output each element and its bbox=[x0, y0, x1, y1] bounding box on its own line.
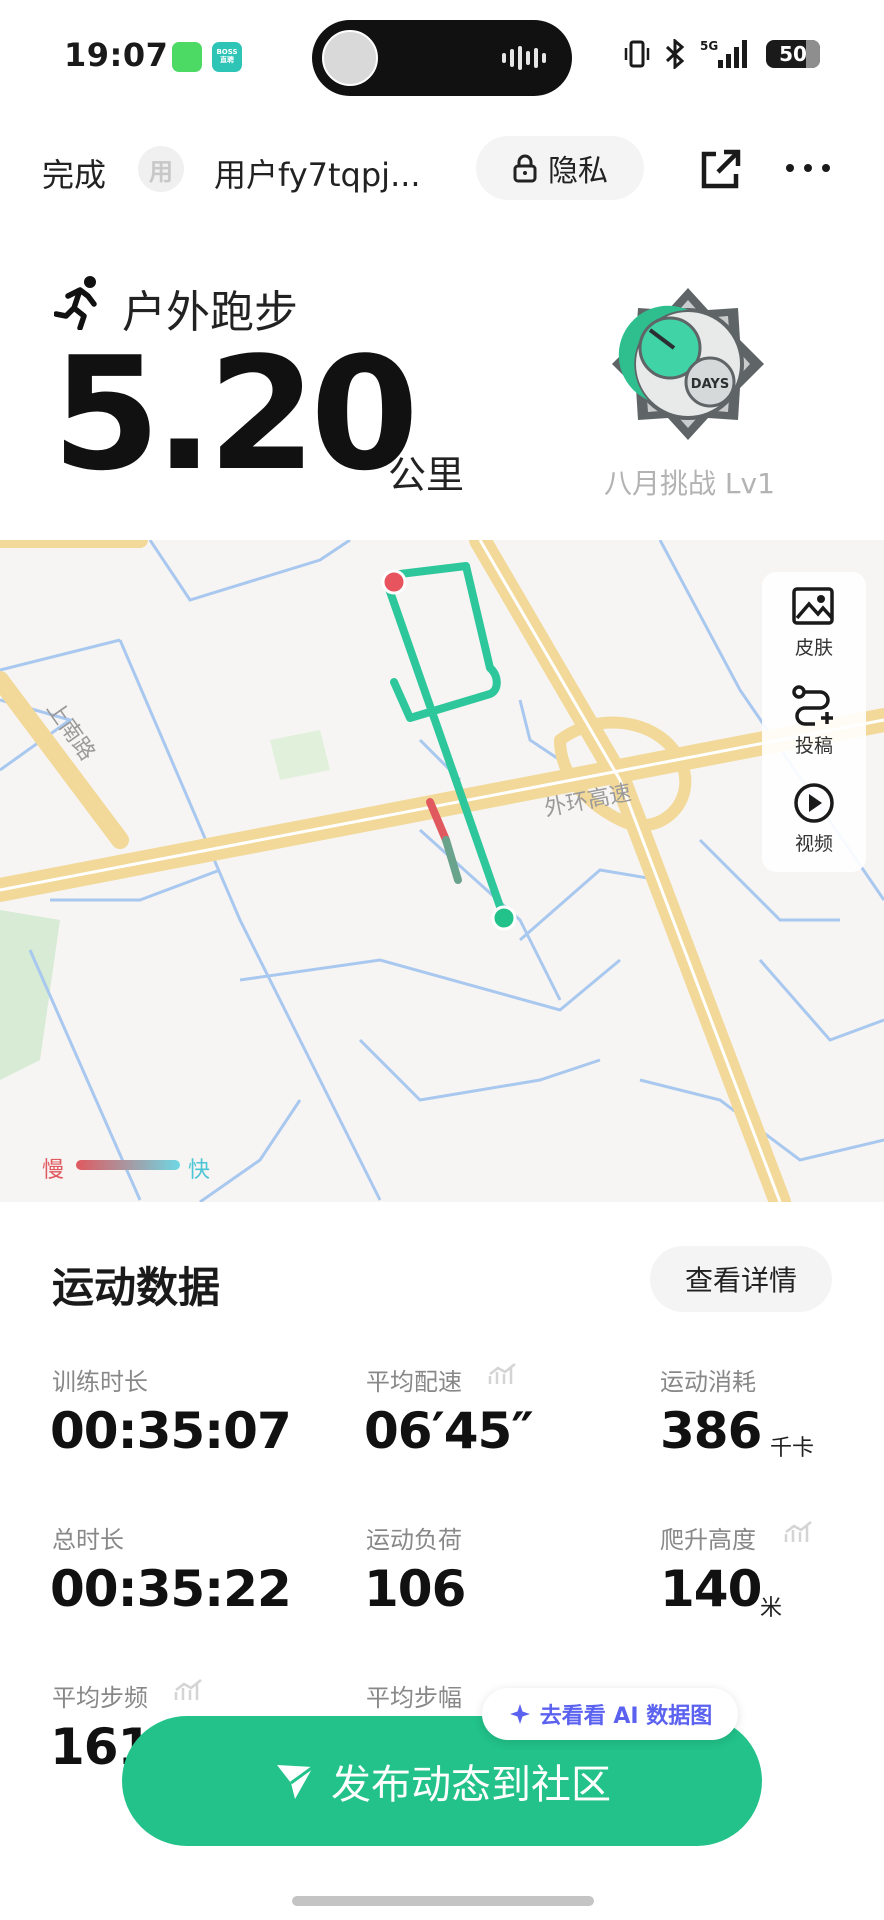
metric-label: 平均配速 bbox=[366, 1368, 462, 1396]
metric-value: 140 bbox=[660, 1560, 762, 1618]
badge-label: 八月挑战 Lv1 bbox=[604, 467, 775, 500]
boss-app-icon: BOSS 直聘 bbox=[212, 42, 242, 72]
message-app-icon bbox=[172, 42, 202, 72]
publish-label: 发布动态到社区 bbox=[331, 1762, 611, 1808]
tool-video[interactable]: 视频 bbox=[762, 782, 866, 856]
metric-label: 运动负荷 bbox=[366, 1526, 462, 1554]
trend-chart-icon[interactable] bbox=[784, 1520, 814, 1544]
metric-value: 06′45″ bbox=[364, 1402, 534, 1460]
bluetooth-icon bbox=[665, 39, 685, 69]
image-icon bbox=[792, 587, 834, 625]
route-start-marker bbox=[491, 905, 517, 931]
status-time: 19:07 bbox=[64, 36, 169, 74]
metric-value: 106 bbox=[364, 1560, 466, 1618]
metric-label: 平均步幅 bbox=[366, 1684, 462, 1712]
route-map[interactable]: 上南路 外环高速 bbox=[0, 540, 884, 1202]
metric-value: 386 bbox=[660, 1402, 762, 1460]
done-button[interactable]: 完成 bbox=[42, 150, 106, 196]
more-icon[interactable] bbox=[786, 164, 830, 172]
lock-icon bbox=[513, 154, 537, 183]
view-details-button[interactable]: 查看详情 bbox=[650, 1246, 832, 1312]
running-icon bbox=[54, 276, 97, 330]
battery-level: 50 bbox=[779, 42, 807, 66]
distance-value: 5.20 bbox=[52, 323, 419, 505]
share-icon[interactable] bbox=[696, 146, 744, 194]
tool-skin[interactable]: 皮肤 bbox=[762, 586, 866, 660]
home-indicator[interactable] bbox=[292, 1896, 594, 1906]
island-avatar bbox=[322, 30, 378, 86]
roads bbox=[0, 540, 884, 1202]
metric-label: 总时长 bbox=[52, 1526, 124, 1554]
sparkle-icon bbox=[509, 1704, 530, 1724]
metric-unit: 千卡 bbox=[770, 1436, 815, 1461]
distance-unit: 公里 bbox=[388, 453, 465, 497]
ai-pill-label: 去看看 AI 数据图 bbox=[539, 1704, 713, 1729]
run-route bbox=[382, 562, 508, 922]
vibrate-icon bbox=[624, 40, 650, 68]
metric-label: 训练时长 bbox=[52, 1368, 148, 1396]
ai-data-chart-button[interactable]: 去看看 AI 数据图 bbox=[482, 1688, 738, 1740]
tool-skin-label: 皮肤 bbox=[794, 637, 833, 659]
dynamic-island[interactable] bbox=[312, 20, 572, 96]
metric-value: 00:35:22 bbox=[50, 1560, 292, 1618]
park-area bbox=[270, 730, 330, 780]
route-add-icon bbox=[792, 685, 833, 726]
pace-legend-bar bbox=[76, 1160, 180, 1170]
tool-submit[interactable]: 投稿 bbox=[762, 684, 866, 758]
tool-submit-label: 投稿 bbox=[794, 735, 833, 757]
audio-wave-icon bbox=[502, 46, 546, 70]
badge-text: DAYS bbox=[691, 377, 729, 392]
send-icon bbox=[277, 1765, 314, 1799]
metric-value: 00:35:07 bbox=[50, 1402, 292, 1460]
metric-unit: 米 bbox=[760, 1596, 783, 1621]
trend-chart-icon[interactable] bbox=[488, 1362, 518, 1386]
metric-label: 运动消耗 bbox=[660, 1368, 756, 1396]
legend-slow: 慢 bbox=[42, 1158, 65, 1183]
metric-label: 平均步频 bbox=[52, 1684, 148, 1712]
status-icons: 5G 50 bbox=[624, 38, 820, 70]
signal-icon: 5G bbox=[700, 39, 747, 68]
trend-chart-icon[interactable] bbox=[174, 1678, 204, 1702]
legend-fast: 快 bbox=[188, 1158, 211, 1183]
tool-video-label: 视频 bbox=[794, 833, 833, 855]
user-avatar[interactable]: 用 bbox=[138, 146, 184, 192]
map-canvas: 上南路 外环高速 bbox=[0, 540, 884, 1202]
battery-icon: 50 bbox=[766, 40, 820, 68]
network-label: 5G bbox=[700, 39, 718, 53]
metric-label: 爬升高度 bbox=[660, 1526, 756, 1554]
user-name[interactable]: 用户fy7tqpj... bbox=[214, 150, 421, 196]
challenge-badge-icon[interactable]: DAYS bbox=[610, 286, 766, 442]
map-toolbar: 皮肤 投稿 视频 bbox=[762, 572, 866, 872]
play-icon bbox=[794, 783, 834, 823]
section-title: 运动数据 bbox=[52, 1263, 221, 1312]
privacy-label: 隐私 bbox=[548, 154, 608, 189]
privacy-button[interactable]: 隐私 bbox=[476, 136, 644, 200]
route-end-marker bbox=[381, 569, 407, 595]
